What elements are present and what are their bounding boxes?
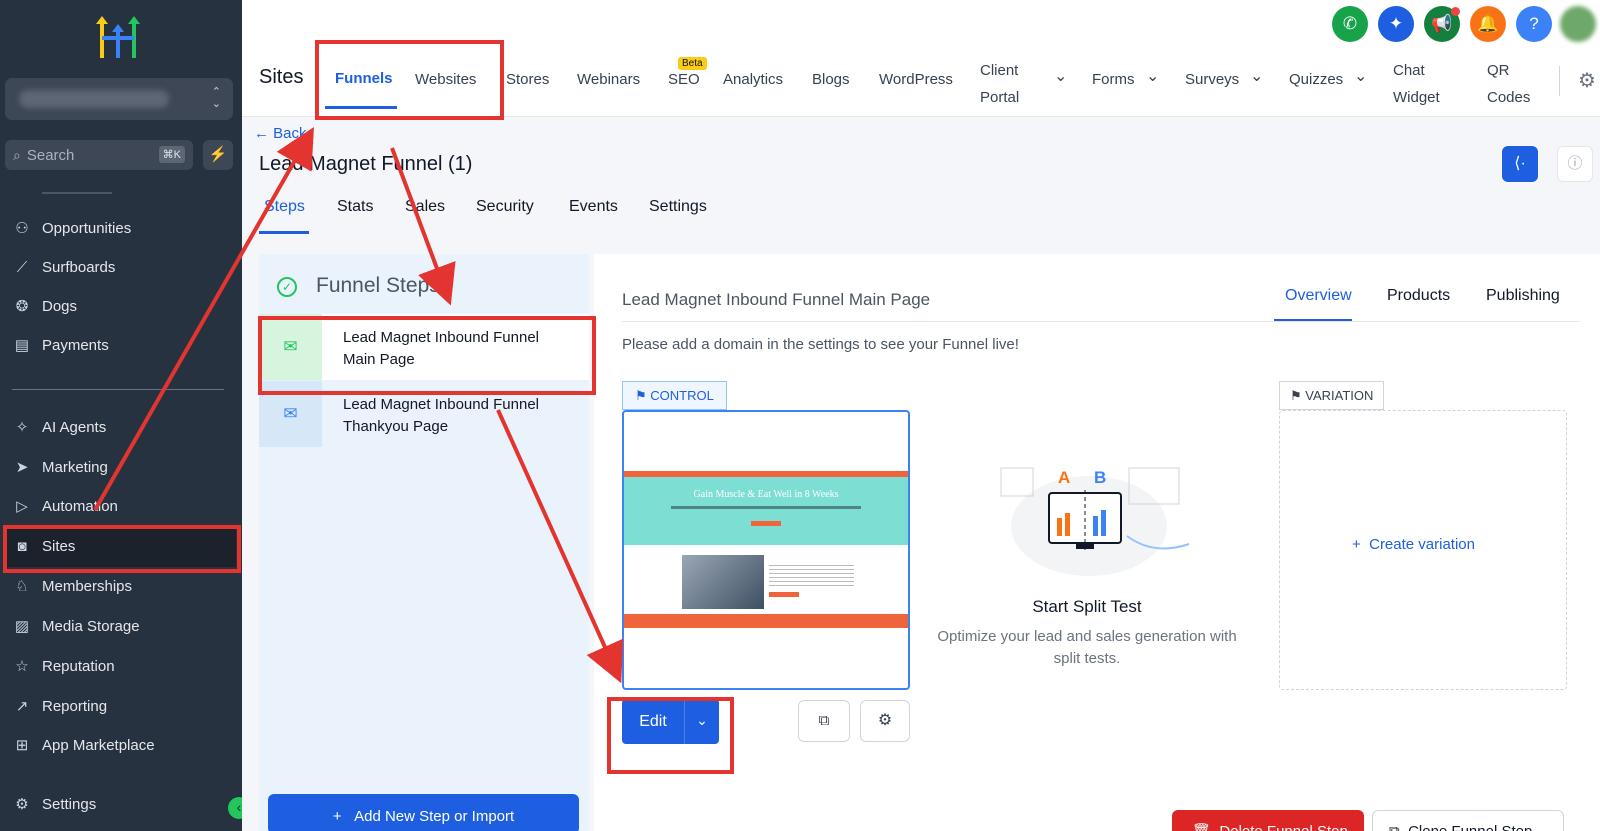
annotation-arrows xyxy=(93,127,624,684)
